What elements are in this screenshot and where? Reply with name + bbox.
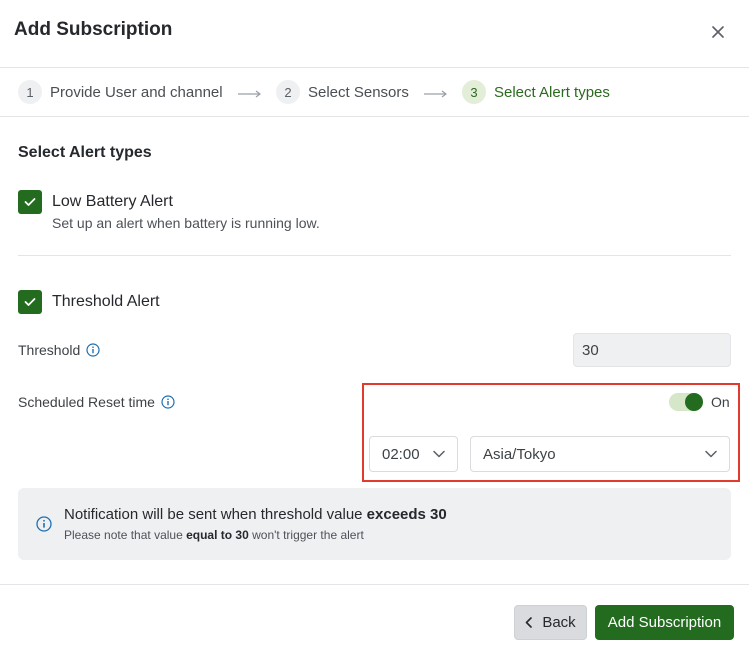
back-button-label: Back — [542, 614, 576, 631]
close-icon — [712, 26, 724, 38]
back-button[interactable]: Back — [514, 605, 587, 640]
info-icon[interactable] — [86, 343, 100, 357]
chevron-left-icon — [526, 617, 533, 628]
low-battery-checkbox[interactable] — [18, 190, 42, 214]
scheduled-reset-label: Scheduled Reset time — [18, 394, 175, 410]
checkmark-icon — [24, 198, 36, 206]
notice-main-bold: exceeds 30 — [366, 506, 447, 523]
section-title: Select Alert types — [18, 144, 152, 161]
step-1[interactable]: 1 Provide User and channel — [18, 80, 223, 104]
step-number: 3 — [462, 80, 486, 104]
arrow-right-icon — [424, 90, 447, 98]
threshold-alert-label: Threshold Alert — [52, 293, 160, 310]
timezone-select[interactable]: Asia/Tokyo — [470, 436, 730, 472]
arrow-right-icon — [238, 90, 261, 98]
stepper: 1 Provide User and channel 2 Select Sens… — [0, 68, 749, 117]
step-label: Select Sensors — [308, 83, 409, 101]
close-button[interactable] — [706, 20, 730, 44]
toggle-status-label: On — [711, 394, 730, 410]
step-number: 1 — [18, 80, 42, 104]
step-3[interactable]: 3 Select Alert types — [462, 80, 610, 104]
step-label: Provide User and channel — [50, 83, 223, 101]
info-icon[interactable] — [161, 395, 175, 409]
chevron-down-icon — [705, 450, 717, 458]
step-number: 2 — [276, 80, 300, 104]
notice-main-text: Notification will be sent when threshold… — [64, 506, 447, 523]
info-icon — [36, 516, 52, 532]
reset-time-value: 02:00 — [382, 445, 420, 463]
reset-time-select[interactable]: 02:00 — [369, 436, 458, 472]
dialog-title: Add Subscription — [14, 19, 173, 40]
threshold-input[interactable]: 30 — [573, 333, 731, 367]
toggle-knob — [685, 393, 703, 411]
footer-divider — [0, 584, 749, 585]
step-2[interactable]: 2 Select Sensors — [276, 80, 409, 104]
checkmark-icon — [24, 298, 36, 306]
threshold-alert-checkbox[interactable] — [18, 290, 42, 314]
low-battery-description: Set up an alert when battery is running … — [52, 215, 320, 231]
notice-sub-bold: equal to 30 — [186, 528, 249, 542]
notice-sub-suffix: won't trigger the alert — [248, 528, 364, 542]
scheduled-reset-toggle[interactable] — [669, 393, 703, 411]
threshold-field-label: Threshold — [18, 342, 100, 358]
notification-info-box: Notification will be sent when threshold… — [18, 488, 731, 560]
notice-main-prefix: Notification will be sent when threshold… — [64, 506, 367, 523]
low-battery-label: Low Battery Alert — [52, 193, 173, 210]
notice-sub-text: Please note that value equal to 30 won't… — [64, 528, 364, 542]
timezone-value: Asia/Tokyo — [483, 445, 556, 463]
divider — [18, 255, 731, 256]
notice-sub-prefix: Please note that value — [64, 528, 187, 542]
threshold-label-text: Threshold — [18, 342, 81, 358]
step-label: Select Alert types — [494, 83, 610, 101]
add-subscription-button[interactable]: Add Subscription — [595, 605, 734, 640]
dialog-header: Add Subscription — [0, 0, 749, 68]
scheduled-reset-label-text: Scheduled Reset time — [18, 394, 155, 410]
chevron-down-icon — [433, 450, 445, 458]
